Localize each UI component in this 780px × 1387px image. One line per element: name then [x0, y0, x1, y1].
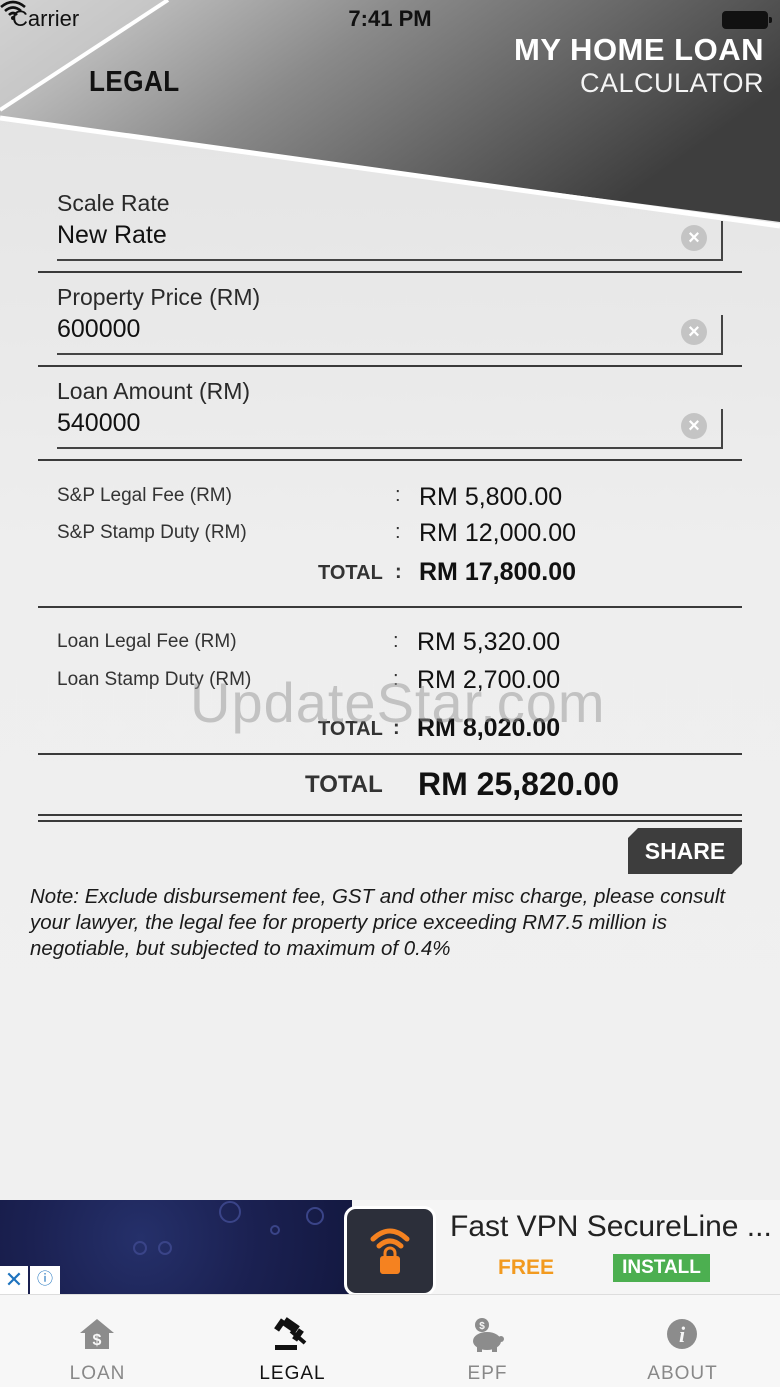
divider [38, 365, 742, 367]
house-dollar-icon: $ [80, 1319, 114, 1349]
loan-amount-input-wrapper[interactable]: × [57, 409, 723, 449]
scale-rate-field: Scale Rate × [57, 190, 723, 261]
colon: : [395, 521, 401, 543]
clear-icon[interactable]: × [681, 319, 707, 345]
loan-legal-fee-label: Loan Legal Fee (RM) [57, 631, 237, 652]
divider [38, 753, 742, 755]
tab-label: LEGAL [259, 1363, 326, 1384]
tab-bar: $ LOAN LEGAL $ EPF i ABOUT [0, 1294, 780, 1387]
tab-label: EPF [467, 1363, 508, 1384]
ad-banner[interactable]: ✕ ⓘ Fast VPN SecureLine ... FREE INSTALL [0, 1200, 780, 1296]
scale-rate-input[interactable] [57, 221, 657, 250]
ad-title[interactable]: Fast VPN SecureLine ... [450, 1210, 772, 1244]
property-price-label: Property Price (RM) [57, 284, 261, 310]
scale-rate-input-wrapper[interactable]: × [57, 221, 723, 261]
status-time: 7:41 PM [348, 6, 432, 31]
ad-install-button[interactable]: INSTALL [613, 1254, 710, 1282]
colon: : [395, 561, 402, 583]
clear-icon[interactable]: × [681, 413, 707, 439]
property-price-input-wrapper[interactable]: × [57, 315, 723, 355]
sp-stamp-duty-label: S&P Stamp Duty (RM) [57, 522, 247, 543]
ad-app-icon[interactable] [344, 1206, 436, 1296]
ad-close-icon[interactable]: ✕ [0, 1266, 28, 1294]
clear-icon[interactable]: × [681, 225, 707, 251]
disclaimer-note: Note: Exclude disbursement fee, GST and … [30, 885, 726, 960]
share-button[interactable]: SHARE [628, 828, 742, 874]
svg-text:$: $ [479, 1321, 485, 1332]
divider [38, 271, 742, 273]
watermark: UpdateStar.com [190, 671, 606, 734]
ad-price: FREE [498, 1256, 555, 1279]
brand-title: MY HOME LOAN [514, 32, 764, 67]
divider [38, 459, 742, 461]
brand-subtitle: CALCULATOR [579, 68, 764, 98]
colon: : [393, 630, 399, 652]
sp-legal-fee-value: RM 5,800.00 [419, 483, 563, 511]
divider [38, 606, 742, 608]
sp-total-label: TOTAL [318, 562, 383, 584]
property-price-field: Property Price (RM) × [57, 284, 723, 355]
property-price-input[interactable] [57, 315, 657, 344]
svg-text:i: i [679, 1322, 686, 1347]
tab-loan[interactable]: $ LOAN [0, 1295, 195, 1387]
tab-epf[interactable]: $ EPF [390, 1295, 585, 1387]
tab-legal[interactable]: LEGAL [195, 1295, 390, 1387]
scale-rate-label: Scale Rate [57, 190, 170, 216]
info-icon: i [667, 1319, 697, 1349]
battery-icon [722, 11, 772, 29]
grand-total-label: TOTAL [305, 771, 383, 798]
tab-label: ABOUT [647, 1363, 718, 1384]
ad-info-icon[interactable]: ⓘ [30, 1266, 60, 1294]
loan-amount-label: Loan Amount (RM) [57, 378, 251, 404]
sp-legal-fee-label: S&P Legal Fee (RM) [57, 485, 232, 506]
page-title: LEGAL [89, 66, 180, 98]
divider [38, 814, 742, 816]
loan-legal-fee-value: RM 5,320.00 [417, 628, 561, 656]
tab-label: LOAN [69, 1363, 126, 1384]
divider [38, 820, 742, 822]
piggy-bank-icon: $ [473, 1318, 504, 1352]
svg-text:$: $ [93, 1332, 102, 1349]
loan-amount-input[interactable] [57, 409, 657, 438]
grand-total-value: RM 25,820.00 [418, 766, 620, 802]
tab-about[interactable]: i ABOUT [585, 1295, 780, 1387]
loan-amount-field: Loan Amount (RM) × [57, 378, 723, 449]
colon: : [395, 484, 401, 506]
vpn-lock-icon [370, 1228, 410, 1274]
gavel-icon [274, 1317, 307, 1350]
sp-total-value: RM 17,800.00 [419, 558, 577, 586]
sp-stamp-duty-value: RM 12,000.00 [419, 519, 577, 547]
